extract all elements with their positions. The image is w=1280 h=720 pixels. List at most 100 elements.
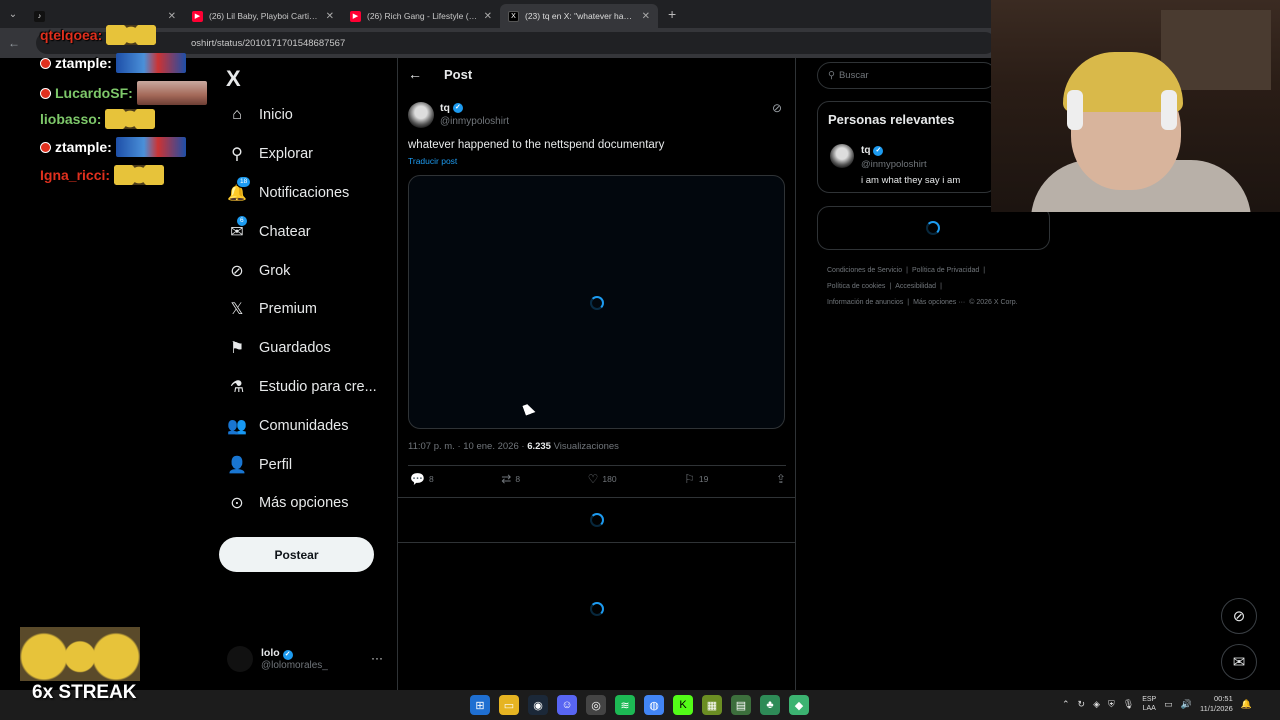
translate-link[interactable]: Traducir post: [408, 156, 457, 166]
views-count: 6.235: [527, 441, 551, 452]
sidebar-item-premium[interactable]: 𝕏 Premium: [222, 290, 397, 329]
close-icon[interactable]: ✕: [326, 11, 334, 22]
new-tab-icon[interactable]: +: [668, 6, 676, 22]
footer-link[interactable]: Política de Privacidad: [912, 267, 979, 274]
page-title: Post: [444, 66, 473, 82]
footer-link[interactable]: Política de cookies: [827, 283, 885, 290]
file-explorer-icon[interactable]: ▭: [499, 695, 519, 715]
post-text: whatever happened to the nettspend docum…: [408, 139, 665, 151]
spotify-icon[interactable]: ≋: [615, 695, 635, 715]
x-logo[interactable]: X: [226, 66, 241, 92]
tab-search-icon[interactable]: ⌄: [0, 0, 26, 28]
sidebar-item-comunidades[interactable]: 👥 Comunidades: [222, 406, 397, 445]
kick-icon[interactable]: K: [673, 695, 693, 715]
post-button[interactable]: Postear: [219, 537, 374, 572]
footer-link[interactable]: Accesibilidad: [895, 283, 936, 290]
car-emote-icon: [115, 137, 186, 157]
trends-card: [817, 206, 1050, 250]
close-icon[interactable]: ✕: [484, 11, 492, 22]
network-icon[interactable]: ▭: [1164, 699, 1173, 710]
post-media[interactable]: [408, 175, 785, 429]
app-icon[interactable]: ◎: [586, 695, 606, 715]
close-icon[interactable]: ✕: [642, 11, 650, 22]
more-icon[interactable]: ···: [371, 651, 383, 665]
account-switcher[interactable]: lolo ✓ @lolomorales_ ···: [227, 643, 387, 675]
sidebar-item-inicio[interactable]: ⌂ Inicio: [222, 96, 397, 135]
streak-emote-image: [20, 627, 140, 681]
more-circle-icon: ⊙: [230, 495, 244, 513]
footer-link[interactable]: Información de anuncios: [827, 299, 903, 306]
sidebar-item-estudio-para-cre[interactable]: ⚗ Estudio para cre...: [222, 368, 397, 407]
browser-tab[interactable]: ▶ (26) Lil Baby, Playboi Carti, & St ✕: [184, 4, 342, 28]
sidebar-item-notificaciones[interactable]: 🔔 18 Notificaciones: [222, 174, 397, 213]
sidebar-item-guardados[interactable]: ⚑ Guardados: [222, 329, 397, 368]
grok-icon[interactable]: ⊘: [772, 101, 782, 115]
sync-icon[interactable]: ↻: [1078, 699, 1086, 710]
author-name[interactable]: tq ✓: [440, 102, 463, 114]
app-icon[interactable]: ◆: [789, 695, 809, 715]
sidebar-item-label: Premium: [259, 301, 318, 318]
relevant-handle[interactable]: @inmypoloshirt: [861, 159, 927, 170]
windows-start-icon[interactable]: ⊞: [470, 695, 490, 715]
sidebar-item-explorar[interactable]: ⚲ Explorar: [222, 135, 397, 174]
live-badge-icon: [40, 57, 51, 69]
volume-icon[interactable]: 🔊: [1181, 699, 1192, 710]
language-indicator[interactable]: ESP LAA: [1142, 695, 1156, 713]
repost-icon: ⇄: [501, 472, 512, 486]
live-badge-icon: [40, 141, 51, 153]
minion-emote-icon: [106, 25, 157, 45]
account-handle: @lolomorales_: [261, 660, 328, 671]
back-arrow-icon[interactable]: ←: [0, 36, 28, 50]
app-icon[interactable]: ♣: [760, 695, 780, 715]
footer-link[interactable]: © 2026 X Corp.: [969, 299, 1017, 306]
footer-link[interactable]: Más opciones ···: [913, 299, 965, 306]
grok-floating-button[interactable]: ⊘: [1221, 598, 1257, 634]
shield-icon[interactable]: ⛨: [1108, 699, 1115, 710]
chat-username: ztample:: [55, 55, 112, 71]
sidebar-item-grok[interactable]: ⊘ Grok: [222, 251, 397, 290]
url-field[interactable]: oshirt/status/2010171701548687567: [36, 32, 996, 54]
browser-tab[interactable]: ▶ (26) Rich Gang - Lifestyle (Offici ✕: [342, 4, 500, 28]
youtube-icon: ▶: [192, 10, 203, 22]
tab-title: (26) Lil Baby, Playboi Carti, & St: [209, 11, 320, 21]
chrome-icon[interactable]: ◍: [644, 695, 664, 715]
steam-icon[interactable]: ◉: [528, 695, 548, 715]
messages-floating-button[interactable]: ✉: [1221, 644, 1257, 680]
notification-icon[interactable]: 🔔: [1241, 699, 1252, 710]
footer-separator: |: [983, 267, 986, 274]
bookmark-button[interactable]: ⚐ 19: [684, 472, 708, 486]
discord-icon[interactable]: ☺: [557, 695, 577, 715]
author-handle[interactable]: @inmypoloshirt: [440, 116, 509, 127]
bookmark-icon: ⚑: [229, 340, 245, 358]
reply-button[interactable]: 💬 8: [410, 472, 434, 486]
footer-separator: |: [906, 267, 908, 274]
search-input[interactable]: ⚲ Buscar: [817, 62, 997, 89]
avatar[interactable]: [830, 144, 854, 168]
chat-username: liobasso:: [40, 111, 102, 127]
repost-button[interactable]: ⇄ 8: [501, 472, 520, 486]
author-avatar[interactable]: [408, 102, 434, 128]
webcam-overlay: [991, 0, 1280, 212]
relevant-name[interactable]: tq ✓: [861, 145, 884, 156]
chevron-up-icon[interactable]: ⌃: [1062, 699, 1070, 710]
browser-tab-active[interactable]: X (23) tq en X: "whatever happene ✕: [500, 4, 658, 28]
footer-link[interactable]: Condiciones de Servicio: [827, 267, 902, 274]
webcam-background: [1161, 10, 1271, 90]
back-arrow-icon[interactable]: ←: [408, 66, 422, 82]
relevant-title: Personas relevantes: [828, 112, 955, 127]
minecraft-icon[interactable]: ▦: [702, 695, 722, 715]
chat-username: qtelqoea:: [40, 27, 103, 43]
taskbar-apps: ⊞ ▭ ◉ ☺ ◎ ≋ ◍ K ▦ ▤ ♣ ◆: [470, 695, 809, 715]
app-tray-icon[interactable]: ◈: [1093, 699, 1100, 710]
tab-title: (23) tq en X: "whatever happene: [525, 11, 636, 21]
sidebar-item-más-opciones[interactable]: ⊙ Más opciones: [222, 484, 397, 523]
microphone-icon[interactable]: 🎙: [1123, 699, 1134, 710]
sidebar-item-perfil[interactable]: 👤 Perfil: [222, 445, 397, 484]
grok-icon: ⊘: [1232, 608, 1246, 625]
clock[interactable]: 00:51 11/1/2026: [1200, 694, 1233, 714]
minecraft-launcher-icon[interactable]: ▤: [731, 695, 751, 715]
like-button[interactable]: ♡ 180: [588, 472, 617, 486]
close-icon[interactable]: ✕: [168, 11, 176, 22]
sidebar-item-chatear[interactable]: ✉ 6 Chatear: [222, 212, 397, 251]
share-button[interactable]: ⇪: [776, 472, 786, 486]
